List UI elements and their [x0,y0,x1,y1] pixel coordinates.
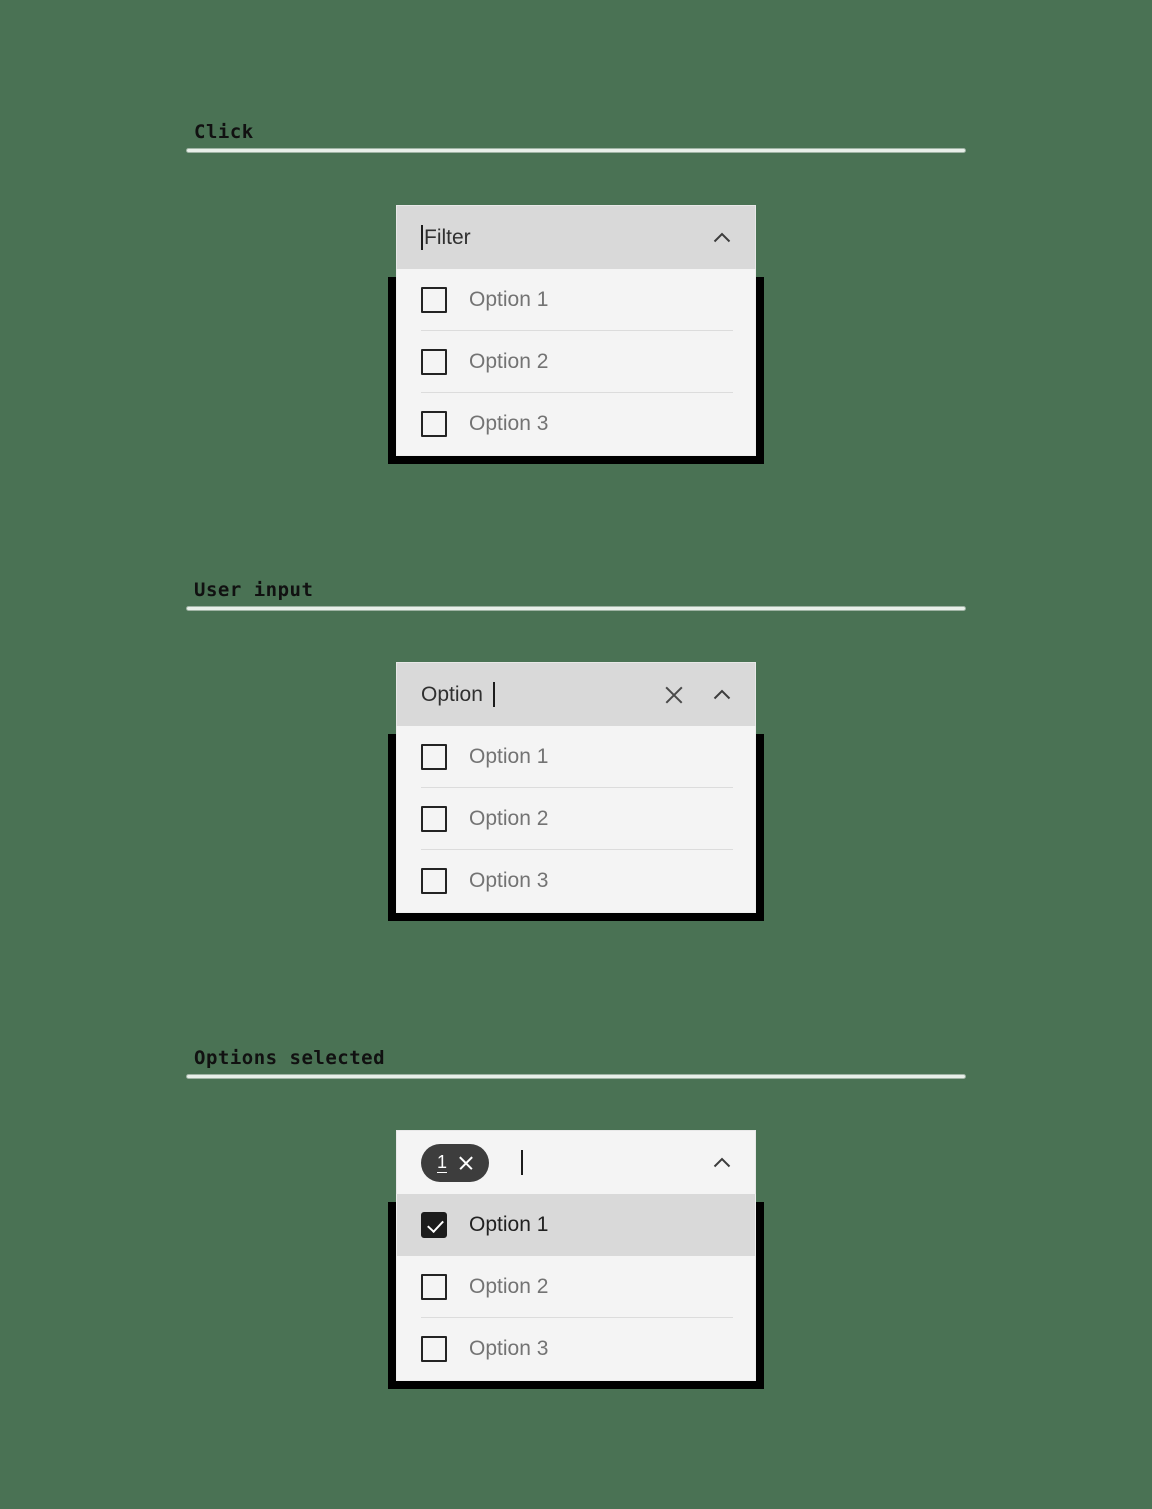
multiselect-dropdown[interactable]: 1 Option 1 Option 2 Option 3 [388,1130,764,1389]
multiselect-dropdown[interactable]: Filter Option 1 Option 2 Option 3 [388,205,764,464]
dropdown-option-list: Option 1 Option 2 Option 3 [396,269,756,456]
section-title: Click [194,121,254,143]
dropdown-input[interactable]: Filter [421,225,709,250]
checkbox-icon[interactable] [421,411,447,437]
selection-count-chip[interactable]: 1 [421,1143,490,1182]
section-divider [186,606,966,611]
dropdown-option[interactable]: Option 2 [397,331,755,393]
checkbox-icon[interactable] [421,287,447,313]
dropdown-header[interactable]: Filter [396,205,756,269]
dropdown-option-label: Option 2 [469,350,549,373]
dropdown-option[interactable]: Option 3 [397,850,755,912]
dropdown-option-label: Option 3 [469,1337,549,1360]
dropdown-option-label: Option 2 [469,807,549,830]
section-title: Options selected [194,1047,386,1069]
dropdown-option[interactable]: Option 3 [397,1318,755,1380]
dropdown-input-text: Filter [424,225,471,249]
text-cursor [421,225,423,250]
dropdown-option-label: Option 2 [469,1275,549,1298]
chip-count-label: 1 [437,1152,448,1173]
dropdown-option[interactable]: Option 3 [397,393,755,455]
dropdown-actions [709,225,739,251]
checkbox-icon[interactable] [421,806,447,832]
dropdown-header[interactable]: 1 [396,1130,756,1194]
multiselect-dropdown[interactable]: Option Option 1 Option 2 Option 3 [388,662,764,921]
dropdown-option[interactable]: Option 1 [397,726,755,788]
section-divider [186,148,966,153]
checkbox-checked-icon[interactable] [421,1212,447,1238]
text-cursor [492,682,495,707]
dropdown-input[interactable]: 1 [421,1143,709,1182]
chevron-up-icon[interactable] [709,682,735,708]
section-divider [186,1074,966,1079]
checkbox-icon[interactable] [421,1274,447,1300]
dropdown-option[interactable]: Option 2 [397,1256,755,1318]
dropdown-option-label: Option 1 [469,288,549,311]
dropdown-option[interactable]: Option 2 [397,788,755,850]
dropdown-header[interactable]: Option [396,662,756,726]
dropdown-menu-container: Option 1 Option 2 Option 3 [388,1194,764,1389]
dropdown-option[interactable]: Option 1 [397,269,755,331]
dropdown-input-text: Option [421,682,483,706]
dropdown-actions [709,1150,739,1176]
checkbox-icon[interactable] [421,868,447,894]
text-cursor [521,1150,524,1175]
dropdown-input[interactable]: Option [421,682,661,707]
dropdown-option-list: Option 1 Option 2 Option 3 [396,1194,756,1381]
chevron-up-icon[interactable] [709,225,735,251]
dropdown-actions [661,682,739,708]
dropdown-option-label: Option 3 [469,412,549,435]
dropdown-option-list: Option 1 Option 2 Option 3 [396,726,756,913]
dropdown-option-label: Option 1 [469,745,549,768]
checkbox-icon[interactable] [421,744,447,770]
checkbox-icon[interactable] [421,349,447,375]
dropdown-menu-container: Option 1 Option 2 Option 3 [388,269,764,464]
dropdown-menu-container: Option 1 Option 2 Option 3 [388,726,764,921]
dropdown-option-label: Option 1 [469,1213,549,1236]
chip-close-icon[interactable] [457,1154,475,1172]
dropdown-option[interactable]: Option 1 [397,1194,755,1256]
section-header: Options selected [186,1046,966,1079]
section-header: User input [186,578,966,611]
section-header: Click [186,120,966,153]
section-title: User input [194,579,314,601]
clear-icon[interactable] [661,682,687,708]
chevron-up-icon[interactable] [709,1150,735,1176]
checkbox-icon[interactable] [421,1336,447,1362]
dropdown-option-label: Option 3 [469,869,549,892]
